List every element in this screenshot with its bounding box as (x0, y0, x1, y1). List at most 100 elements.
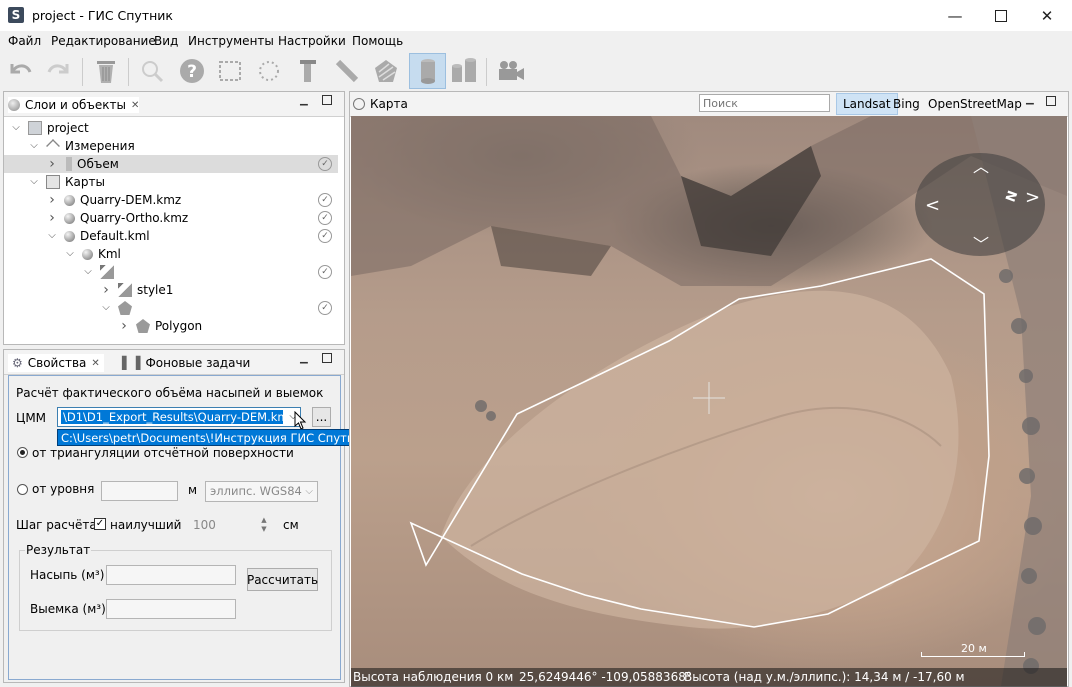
help-button[interactable]: ? (176, 55, 208, 87)
maximize-panel-button[interactable] (1046, 96, 1056, 106)
mouse-cursor-icon (294, 411, 307, 430)
source-bing-button[interactable]: Bing (887, 93, 926, 115)
toolbar-separator (82, 58, 83, 86)
menu-tools[interactable]: Инструменты (188, 34, 274, 48)
chevron-right-icon[interactable]: > (1025, 187, 1040, 208)
step-value[interactable]: 100 (193, 518, 216, 532)
tree-row-label: Quarry-DEM.kmz (80, 193, 182, 207)
delete-button[interactable] (90, 55, 122, 87)
video-camera-button[interactable] (495, 55, 527, 87)
ruler-button[interactable] (292, 55, 324, 87)
tab-layers[interactable]: Слои и объекты ✕ (8, 97, 140, 113)
tree-row[interactable]: ⌵ Карты (4, 173, 338, 191)
menu-settings[interactable]: Настройки (278, 34, 346, 48)
navigation-compass[interactable]: ︿ ﹀ < > N (915, 153, 1045, 256)
chevron-left-icon[interactable]: < (925, 195, 940, 216)
chevron-down-icon[interactable]: ⌵ (100, 299, 112, 317)
chevron-down-icon[interactable]: ﹀ (973, 231, 989, 255)
map-view[interactable]: ︿ ﹀ < > N 20 м (351, 116, 1067, 686)
step-unit: см (283, 518, 299, 532)
maximize-panel-button[interactable] (322, 95, 332, 105)
tree-row[interactable]: › Quarry-DEM.kmz ✓ (4, 191, 338, 209)
area-icon (375, 60, 397, 82)
tab-map[interactable]: Карта (353, 96, 408, 112)
minimize-panel-button[interactable]: ▁ (300, 353, 308, 364)
minimize-button[interactable]: — (932, 0, 978, 31)
tab-properties[interactable]: ⚙ Свойства ✕ (8, 354, 104, 372)
chevron-down-icon[interactable]: ⌵ (64, 245, 76, 263)
fill-output (106, 565, 236, 585)
chevron-right-icon[interactable]: › (118, 317, 130, 335)
chevron-down-icon[interactable]: ⌵ (46, 227, 58, 245)
tree-row-label: Измерения (65, 139, 135, 153)
maximize-panel-button[interactable] (322, 353, 332, 363)
triangulation-radio[interactable] (17, 447, 28, 458)
visibility-toggle-icon[interactable]: ✓ (318, 211, 332, 225)
visibility-toggle-icon[interactable]: ✓ (318, 193, 332, 207)
tree-row[interactable]: › style1 (4, 281, 338, 299)
measure-line-button[interactable] (331, 55, 363, 87)
tab-background-tasks[interactable]: ▌▐ Фоновые задачи (122, 354, 250, 372)
visibility-toggle-icon[interactable]: ✓ (318, 301, 332, 315)
visibility-toggle-icon[interactable]: ✓ (318, 229, 332, 243)
volume-item-icon (66, 157, 72, 171)
visibility-toggle-icon[interactable]: ✓ (318, 157, 332, 171)
chevron-down-icon[interactable]: ⌵ (28, 137, 40, 155)
step-spinner[interactable]: ▲ ▼ (258, 516, 270, 536)
tree-row[interactable]: › Объем ✓ (4, 155, 338, 173)
chevron-right-icon[interactable]: › (46, 155, 58, 173)
menu-view[interactable]: Вид (154, 34, 178, 48)
chevron-down-icon[interactable]: ⌵ (28, 173, 40, 191)
chevron-down-icon[interactable]: ⌵ (10, 119, 22, 137)
visibility-toggle-icon[interactable]: ✓ (318, 265, 332, 279)
svg-text:?: ? (187, 62, 197, 82)
undo-button[interactable] (5, 55, 37, 87)
maximize-button[interactable] (978, 0, 1024, 31)
compute-button[interactable]: Рассчитать (247, 568, 318, 591)
chevron-right-icon[interactable]: › (46, 209, 58, 227)
tree-row[interactable]: ⌵ ✓ (4, 299, 338, 317)
browse-button[interactable]: ... (312, 407, 331, 427)
volume-button[interactable] (409, 53, 446, 89)
close-tab-icon[interactable]: ✕ (131, 100, 139, 111)
maximize-icon (995, 9, 1007, 22)
tree-row-label: style1 (137, 283, 174, 297)
cut-label: Выемка (м³) (30, 602, 106, 616)
polygon-icon (118, 301, 132, 315)
tree-row[interactable]: ⌵ Измерения (4, 137, 338, 155)
tree-row[interactable]: ⌵ Kml (4, 245, 338, 263)
minimize-panel-button[interactable]: ▁ (300, 95, 308, 106)
chevron-down-icon[interactable]: ⌵ (82, 263, 94, 281)
rectangle-select-button[interactable] (214, 55, 246, 87)
zoom-button[interactable] (136, 55, 168, 87)
best-checkbox[interactable]: ✓ (94, 518, 106, 530)
tree-row[interactable]: › Polygon (4, 317, 338, 335)
close-button[interactable]: ✕ (1024, 0, 1070, 31)
lasso-select-button[interactable] (253, 55, 285, 87)
minimize-panel-button[interactable]: ▁ (1026, 94, 1034, 105)
chevron-right-icon[interactable]: › (46, 191, 58, 209)
dem-select[interactable]: \D1\D1_Export_Results\Quarry-DEM.kmz ⌵ (57, 407, 301, 427)
level-input[interactable] (101, 481, 178, 501)
tree-row[interactable]: ⌵ project (4, 119, 338, 137)
ellipsoid-select[interactable]: эллипс. WGS84 ⌵ (205, 481, 318, 502)
chevron-right-icon[interactable]: › (100, 281, 112, 299)
tree-row[interactable]: ⌵ Default.kml ✓ (4, 227, 338, 245)
tree-row[interactable]: ⌵ ✓ (4, 263, 338, 281)
tree-row[interactable]: › Quarry-Ortho.kmz ✓ (4, 209, 338, 227)
menu-edit[interactable]: Редактирование (51, 34, 156, 48)
map-search-input[interactable] (699, 94, 830, 112)
menu-help[interactable]: Помощь (352, 34, 403, 48)
sphere-icon (64, 212, 75, 224)
chevron-up-icon[interactable]: ︿ (973, 153, 989, 177)
check-icon: ✓ (95, 518, 105, 529)
fill-label: Насыпь (м³) (30, 568, 105, 582)
ellipsoid-value: эллипс. WGS84 (210, 484, 302, 498)
menu-file[interactable]: Файл (8, 34, 41, 48)
area-button[interactable] (370, 55, 402, 87)
level-radio[interactable] (17, 484, 28, 495)
source-osm-button[interactable]: OpenStreetMap (922, 93, 1028, 115)
close-tab-icon[interactable]: ✕ (91, 358, 99, 369)
redo-button[interactable] (42, 55, 74, 87)
volume-compare-button[interactable] (448, 55, 480, 87)
